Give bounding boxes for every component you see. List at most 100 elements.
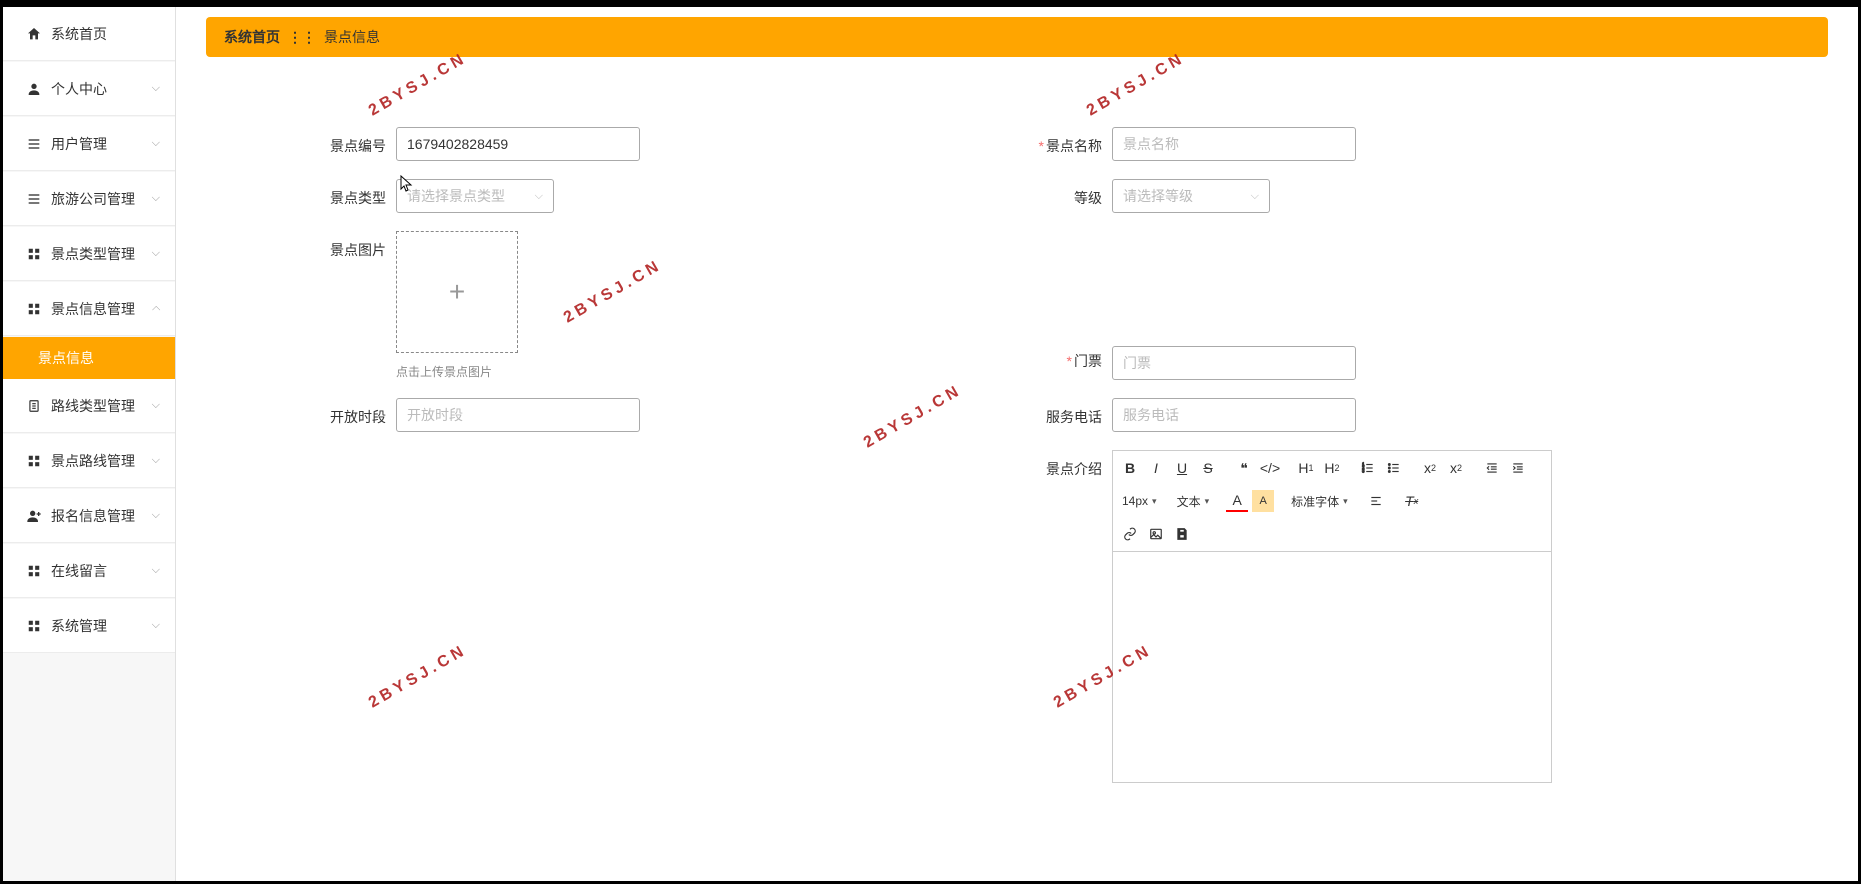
sidebar-item-users[interactable]: 用户管理 ⌵ xyxy=(3,117,175,171)
editor-fontsize-select[interactable]: 14px▾ xyxy=(1119,490,1160,512)
editor-quote-button[interactable]: ❝ xyxy=(1233,457,1255,479)
sidebar-label: 景点路线管理 xyxy=(51,451,135,471)
form: 景点编号 *景点名称 景点类型 请选择景点类型 ⌵ 等级 请选择等级 ⌵ 景点图… xyxy=(206,127,1828,783)
home-icon xyxy=(25,26,43,42)
breadcrumb-current: 景点信息 xyxy=(324,27,380,47)
chevron-down-icon: ⌵ xyxy=(152,247,160,260)
editor-link-button[interactable] xyxy=(1119,523,1141,545)
input-phone[interactable] xyxy=(1112,398,1356,432)
grid-icon xyxy=(25,302,43,316)
form-row-hours: 开放时段 xyxy=(316,398,1002,432)
grid-icon xyxy=(25,619,43,633)
sidebar-label: 报名信息管理 xyxy=(51,506,135,526)
chevron-down-icon: ⌵ xyxy=(152,509,160,522)
label-image: 景点图片 xyxy=(316,231,396,260)
chevron-down-icon: ⌵ xyxy=(152,564,160,577)
editor-fontfamily-select[interactable]: 标准字体▾ xyxy=(1288,490,1351,512)
sidebar-item-company[interactable]: 旅游公司管理 ⌵ xyxy=(3,172,175,226)
editor-save-button[interactable] xyxy=(1171,523,1193,545)
label-id: 景点编号 xyxy=(316,127,396,156)
plus-icon: + xyxy=(449,276,465,308)
sidebar: 系统首页 个人中心 ⌵ 用户管理 ⌵ 旅游公司管理 ⌵ 景点类型管理 ⌵ 景点信… xyxy=(3,7,176,881)
editor-underline-button[interactable]: U xyxy=(1171,457,1193,479)
editor-image-button[interactable] xyxy=(1145,523,1167,545)
sidebar-item-system[interactable]: 系统管理 ⌵ xyxy=(3,599,175,653)
chevron-down-icon: ⌵ xyxy=(152,399,160,412)
sidebar-item-route-type[interactable]: 路线类型管理 ⌵ xyxy=(3,379,175,433)
form-row-id: 景点编号 xyxy=(316,127,1002,161)
clipboard-icon xyxy=(25,398,43,414)
sidebar-item-spot-route[interactable]: 景点路线管理 ⌵ xyxy=(3,434,175,488)
chevron-down-icon: ⌵ xyxy=(535,190,543,203)
user-icon xyxy=(25,81,43,97)
sidebar-label: 个人中心 xyxy=(51,79,107,99)
upload-hint: 点击上传景点图片 xyxy=(396,363,518,380)
editor-h1-button[interactable]: H1 xyxy=(1295,457,1317,479)
editor-toolbar: B I U S ❝ </> H1 H2 123 xyxy=(1113,451,1551,552)
input-id[interactable] xyxy=(396,127,640,161)
editor-clearformat-button[interactable]: Tx xyxy=(1401,490,1423,512)
label-hours: 开放时段 xyxy=(316,398,396,427)
sidebar-subitem-spot-info[interactable]: 景点信息 xyxy=(3,337,175,379)
sidebar-item-home[interactable]: 系统首页 xyxy=(3,7,175,61)
editor-outdent-button[interactable] xyxy=(1481,457,1503,479)
editor-format-select[interactable]: 文本▾ xyxy=(1174,490,1213,512)
sidebar-item-spot-type[interactable]: 景点类型管理 ⌵ xyxy=(3,227,175,281)
editor-bgcolor-button[interactable]: A xyxy=(1252,490,1274,512)
select-level-placeholder: 请选择等级 xyxy=(1123,186,1193,206)
input-name[interactable] xyxy=(1112,127,1356,161)
sidebar-item-spot-info[interactable]: 景点信息管理 ⌵ xyxy=(3,282,175,336)
input-ticket[interactable] xyxy=(1112,346,1356,380)
sidebar-item-profile[interactable]: 个人中心 ⌵ xyxy=(3,62,175,116)
editor-indent-button[interactable] xyxy=(1507,457,1529,479)
list-icon xyxy=(25,136,43,152)
form-row-level: 等级 请选择等级 ⌵ xyxy=(1032,179,1718,213)
main-content: 系统首页 ⋮⋮ 景点信息 景点编号 *景点名称 景点类型 请选择景点类型 ⌵ 等… xyxy=(176,7,1858,881)
sidebar-item-message[interactable]: 在线留言 ⌵ xyxy=(3,544,175,598)
input-hours[interactable] xyxy=(396,398,640,432)
label-intro: 景点介绍 xyxy=(1032,450,1112,479)
form-row-type: 景点类型 请选择景点类型 ⌵ xyxy=(316,179,1002,213)
grid-icon xyxy=(25,454,43,468)
chevron-down-icon: ⌵ xyxy=(152,137,160,150)
sidebar-sub-label: 景点信息 xyxy=(38,348,94,368)
editor-ol-button[interactable]: 123 xyxy=(1357,457,1379,479)
sidebar-label: 用户管理 xyxy=(51,134,107,154)
user-add-icon xyxy=(25,508,43,524)
form-row-ticket: *门票 xyxy=(1032,231,1718,380)
sidebar-label: 系统管理 xyxy=(51,616,107,636)
grid-icon xyxy=(25,247,43,261)
breadcrumb-separator: ⋮⋮ xyxy=(288,29,316,46)
editor-align-button[interactable] xyxy=(1365,490,1387,512)
editor-strike-button[interactable]: S xyxy=(1197,457,1219,479)
sidebar-label: 景点类型管理 xyxy=(51,244,135,264)
chevron-down-icon: ⌵ xyxy=(1251,190,1259,203)
editor-code-button[interactable]: </> xyxy=(1259,457,1281,479)
editor-sup-button[interactable]: x2 xyxy=(1445,457,1467,479)
list-icon xyxy=(25,191,43,207)
label-ticket: *门票 xyxy=(1032,351,1112,380)
editor-bold-button[interactable]: B xyxy=(1119,457,1141,479)
editor-sub-button[interactable]: x2 xyxy=(1419,457,1441,479)
chevron-down-icon: ⌵ xyxy=(152,454,160,467)
form-row-phone: 服务电话 xyxy=(1032,398,1718,432)
upload-image[interactable]: + xyxy=(396,231,518,353)
grid-icon xyxy=(25,564,43,578)
editor-ul-button[interactable] xyxy=(1383,457,1405,479)
sidebar-item-signup[interactable]: 报名信息管理 ⌵ xyxy=(3,489,175,543)
breadcrumb-home[interactable]: 系统首页 xyxy=(224,27,280,47)
select-level[interactable]: 请选择等级 ⌵ xyxy=(1112,179,1270,213)
rich-editor: B I U S ❝ </> H1 H2 123 xyxy=(1112,450,1552,783)
sidebar-label: 系统首页 xyxy=(51,24,107,44)
chevron-down-icon: ⌵ xyxy=(152,82,160,95)
select-type[interactable]: 请选择景点类型 ⌵ xyxy=(396,179,554,213)
editor-fontcolor-button[interactable]: A xyxy=(1226,490,1248,512)
label-phone: 服务电话 xyxy=(1032,398,1112,427)
label-type: 景点类型 xyxy=(316,179,396,208)
editor-h2-button[interactable]: H2 xyxy=(1321,457,1343,479)
breadcrumb: 系统首页 ⋮⋮ 景点信息 xyxy=(206,17,1828,57)
editor-italic-button[interactable]: I xyxy=(1145,457,1167,479)
sidebar-label: 路线类型管理 xyxy=(51,396,135,416)
editor-content[interactable] xyxy=(1113,552,1551,782)
form-row-name: *景点名称 xyxy=(1032,127,1718,161)
